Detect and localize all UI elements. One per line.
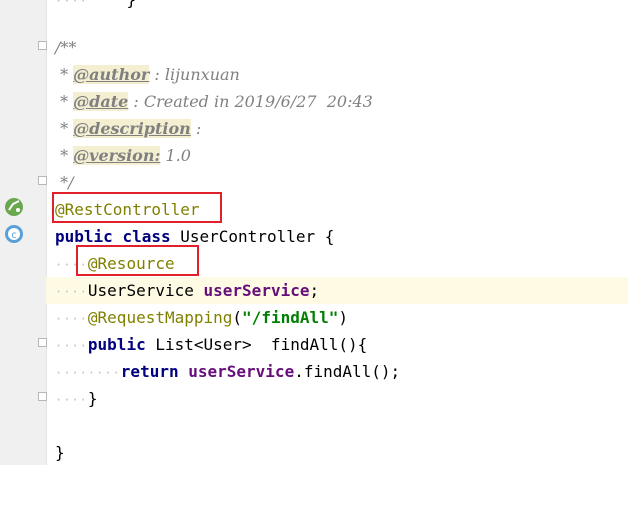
editor-gutter: c	[0, 0, 47, 465]
code-line: }	[55, 443, 65, 462]
code-line: ····@RequestMapping("/findAll")	[55, 308, 349, 327]
code-line: /**	[55, 38, 77, 57]
code-line: ····public List<User> findAll(){	[55, 335, 368, 354]
code-line: ···· }	[55, 0, 136, 9]
code-line-current: ····UserService userService;	[46, 277, 628, 304]
highlight-box-resource	[76, 245, 199, 276]
spring-bean-icon[interactable]	[5, 198, 23, 216]
code-line: * @date : Created in 2019/6/27 20:43	[55, 92, 373, 111]
class-implemented-icon[interactable]: c	[5, 225, 23, 243]
svg-text:c: c	[11, 230, 17, 241]
code-line: * @author : lijunxuan	[55, 65, 240, 84]
code-line: * @description :	[55, 119, 202, 138]
code-line: ········return userService.findAll();	[55, 362, 401, 381]
highlight-box-restcontroller	[52, 192, 222, 223]
code-line: * @version: 1.0	[55, 146, 191, 165]
code-line: ····}	[55, 389, 98, 408]
code-editor[interactable]: ···· } /** * @author : lijunxuan * @date…	[46, 0, 628, 465]
